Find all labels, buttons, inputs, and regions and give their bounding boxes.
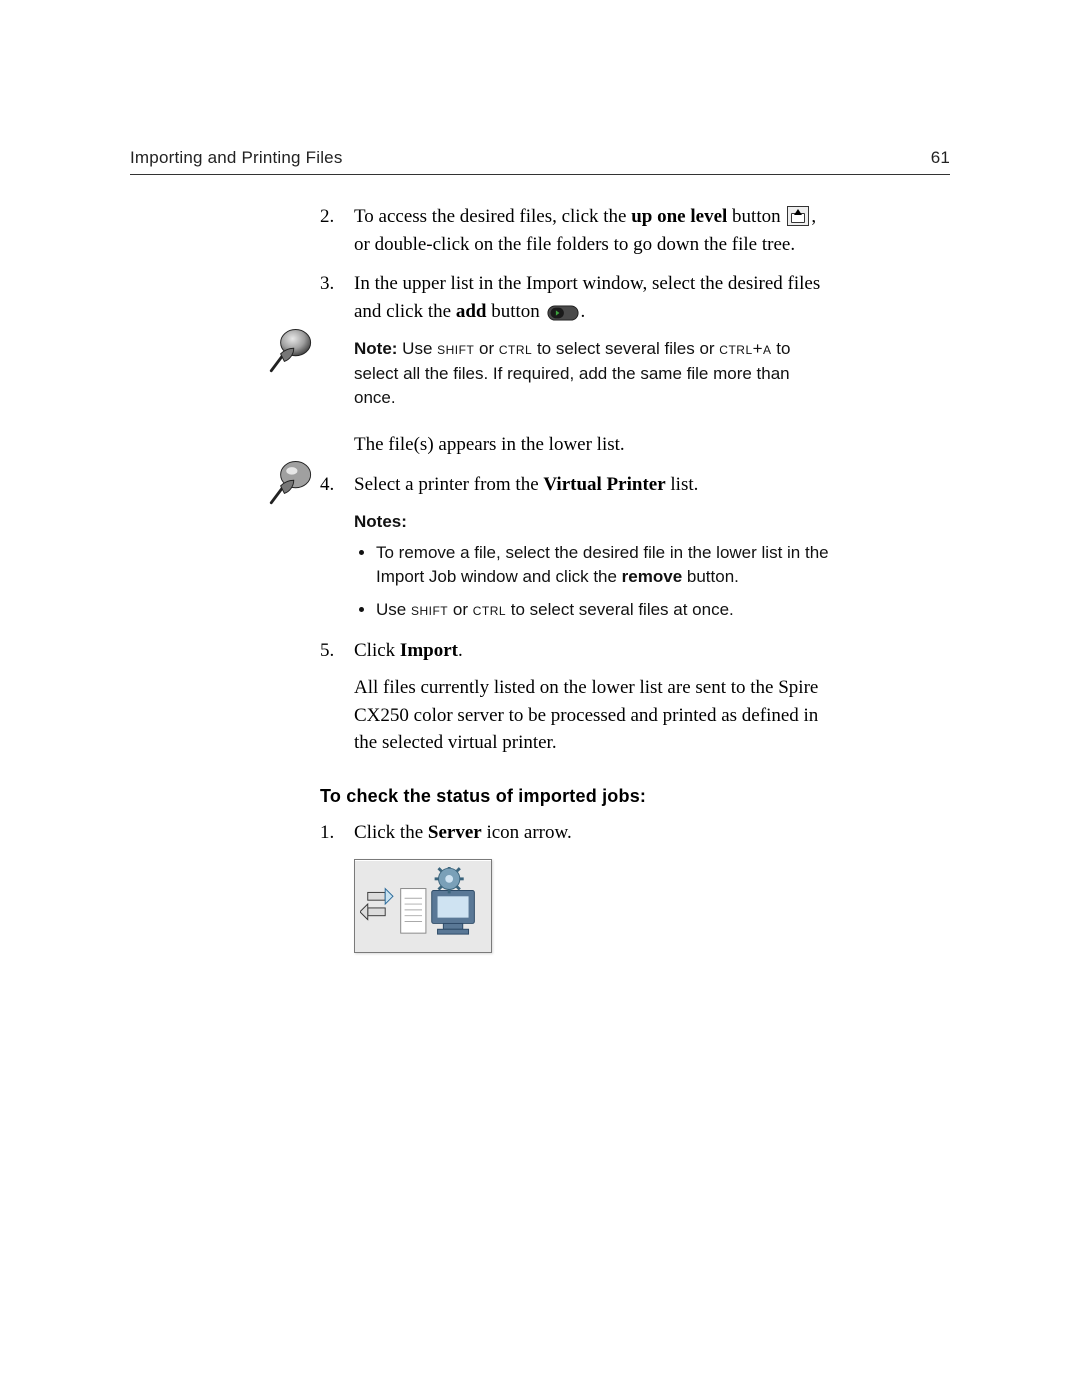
remove-label: remove bbox=[622, 567, 682, 586]
step-number: 2. bbox=[320, 203, 354, 258]
notes-block: Notes: To remove a file, select the desi… bbox=[354, 510, 830, 623]
step-3: 3. In the upper list in the Import windo… bbox=[320, 270, 830, 325]
keycap: ctrl bbox=[499, 339, 532, 358]
add-label: add bbox=[456, 301, 487, 322]
add-button-icon bbox=[547, 303, 579, 323]
page-header: Importing and Printing Files 61 bbox=[130, 148, 950, 175]
pushpin-icon bbox=[260, 322, 320, 382]
server-icon-figure bbox=[354, 859, 492, 953]
up-one-level-icon bbox=[787, 206, 809, 226]
step-result-paragraph: All files currently listed on the lower … bbox=[354, 674, 830, 757]
note-bullet: Use shift or ctrl to select several file… bbox=[376, 598, 830, 623]
step-body: Click Import. All files currently listed… bbox=[354, 637, 830, 757]
keycap: ctrl bbox=[473, 600, 506, 619]
header-page-number: 61 bbox=[931, 148, 950, 168]
virtual-printer-label: Virtual Printer bbox=[543, 474, 665, 495]
notes-label: Notes: bbox=[354, 510, 830, 535]
subheading-check-status: To check the status of imported jobs: bbox=[320, 783, 830, 809]
keycap: ctrl+a bbox=[719, 339, 771, 358]
status-step-1: 1. Click the Server icon arrow. bbox=[320, 819, 830, 847]
note-label: Note: bbox=[354, 339, 397, 358]
step-2: 2. To access the desired files, click th… bbox=[320, 203, 830, 258]
step-number: 4. bbox=[320, 471, 354, 499]
step-4: 4. Select a printer from the Virtual Pri… bbox=[320, 471, 830, 499]
step-number: 5. bbox=[320, 637, 354, 757]
step-5: 5. Click Import. All files currently lis… bbox=[320, 637, 830, 757]
step-body: In the upper list in the Import window, … bbox=[354, 270, 830, 325]
keycap: shift bbox=[437, 339, 474, 358]
server-label: Server bbox=[428, 822, 482, 843]
result-line: The file(s) appears in the lower list. bbox=[320, 431, 830, 459]
keycap: shift bbox=[411, 600, 448, 619]
step-body: Select a printer from the Virtual Printe… bbox=[354, 471, 830, 499]
import-label: Import bbox=[400, 640, 458, 661]
pushpin-icon bbox=[260, 454, 320, 514]
note-bullet: To remove a file, select the desired fil… bbox=[376, 541, 830, 590]
header-title: Importing and Printing Files bbox=[130, 148, 343, 168]
step-number: 3. bbox=[320, 270, 354, 325]
step-body: To access the desired files, click the u… bbox=[354, 203, 830, 258]
note-block: Note: Use shift or ctrl to select severa… bbox=[354, 337, 830, 411]
up-one-level-label: up one level bbox=[631, 206, 727, 227]
step-body: Click the Server icon arrow. bbox=[354, 819, 830, 847]
step-number: 1. bbox=[320, 819, 354, 847]
